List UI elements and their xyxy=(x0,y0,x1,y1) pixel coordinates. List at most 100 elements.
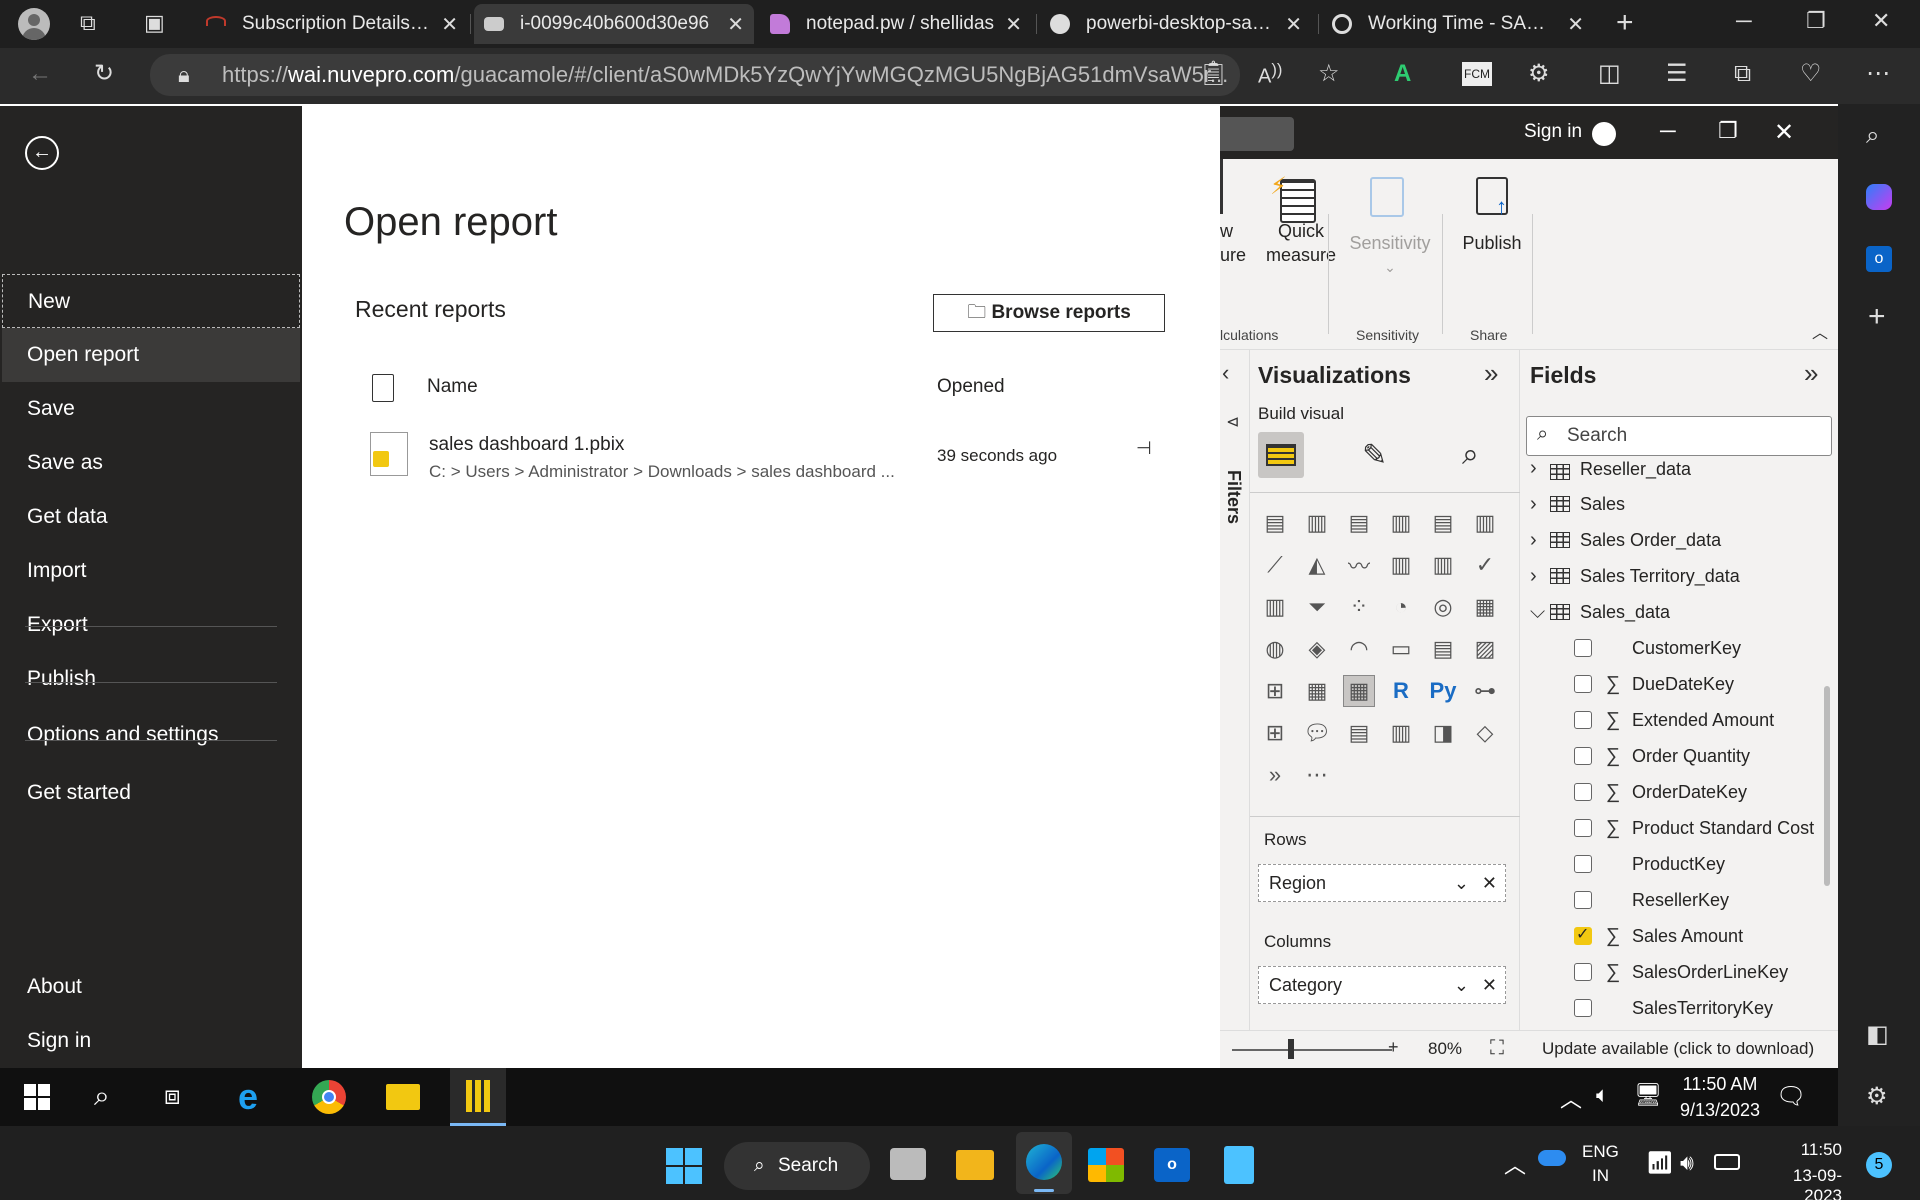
chevron-right-icon[interactable]: › xyxy=(1530,493,1544,516)
funnel-chart-icon[interactable]: ⏷ xyxy=(1302,592,1332,622)
chevron-up-icon[interactable]: ︿ xyxy=(1504,1148,1526,1180)
publish-button[interactable]: ↑ Publish xyxy=(1452,177,1532,255)
tab-remote-desktop[interactable]: i-0099c40b600d30e96 ✕ xyxy=(474,4,754,44)
tab-actions-icon[interactable]: ▣ xyxy=(144,12,165,34)
chevron-right-icon[interactable]: › xyxy=(1530,529,1544,552)
ie-icon[interactable]: e xyxy=(238,1076,258,1118)
favorites-icon[interactable]: ☰ xyxy=(1666,62,1688,86)
columns-well-category[interactable]: Category ⌄ ✕ xyxy=(1258,966,1506,1004)
recent-file-row[interactable]: sales dashboard 1.pbix C: > Users > Admi… xyxy=(362,422,1182,488)
minimize-icon[interactable]: ─ xyxy=(1736,10,1752,32)
file-menu-item-export[interactable]: Export xyxy=(2,598,300,652)
url-field[interactable]: 🔒︎ https://wai.nuvepro.com/guacamole/#/c… xyxy=(150,54,1240,96)
field-checkbox[interactable] xyxy=(1574,639,1592,657)
workspaces-icon[interactable]: ⧉ xyxy=(80,12,96,34)
field-checkbox[interactable] xyxy=(1574,675,1592,693)
restore-icon[interactable]: ❐ xyxy=(1806,10,1826,32)
copilot-icon[interactable] xyxy=(1866,184,1892,210)
file-menu-item-publish[interactable]: Publish xyxy=(2,652,300,706)
field-checkbox[interactable] xyxy=(1574,855,1592,873)
wifi-icon[interactable]: 📶︎ xyxy=(1646,1150,1674,1176)
performance-icon[interactable]: ♡ xyxy=(1800,62,1822,86)
kpi-icon[interactable]: ▨ xyxy=(1470,634,1500,664)
taskbar-search[interactable]: ⌕ Search xyxy=(724,1142,870,1190)
field-row[interactable]: ProductKey xyxy=(1574,846,1725,882)
file-menu-item-about[interactable]: About xyxy=(2,960,300,1014)
favorite-star-icon[interactable]: ☆ xyxy=(1318,62,1340,86)
stacked-column-chart-icon[interactable]: ▥ xyxy=(1302,508,1332,538)
chrome-icon[interactable] xyxy=(312,1080,346,1114)
extension-a-icon[interactable]: A xyxy=(1394,62,1411,86)
file-menu-item-get-started[interactable]: Get started xyxy=(2,766,300,820)
add-icon[interactable]: + xyxy=(1868,300,1886,334)
file-explorer-icon[interactable] xyxy=(386,1084,420,1110)
close-icon[interactable]: ✕ xyxy=(1774,118,1794,147)
line-chart-icon[interactable]: ⟋ xyxy=(1260,550,1290,580)
extensions-icon[interactable]: ⚙︎ xyxy=(1528,62,1550,86)
file-menu-item-get-data[interactable]: Get data xyxy=(2,490,300,544)
field-checkbox[interactable] xyxy=(1574,747,1592,765)
analytics-icon[interactable]: ⌕ xyxy=(1462,438,1479,472)
volume-icon[interactable]: 🔊︎ xyxy=(1680,1150,1694,1176)
file-menu-item-import[interactable]: Import xyxy=(2,544,300,598)
scatter-chart-icon[interactable]: ⁘ xyxy=(1344,592,1374,622)
back-icon[interactable]: ← xyxy=(25,136,59,170)
file-menu-item-new[interactable]: New xyxy=(2,274,300,328)
rows-well-region[interactable]: Region ⌄ ✕ xyxy=(1258,864,1506,902)
quick-measure-button[interactable]: ⚡ Quick measure xyxy=(1256,175,1346,267)
windows-start-icon[interactable] xyxy=(24,1084,50,1110)
treemap-icon[interactable]: ▦ xyxy=(1470,592,1500,622)
powerbi-taskbar-button[interactable] xyxy=(450,1068,506,1126)
100-stacked-column-chart-icon[interactable]: ▥ xyxy=(1470,508,1500,538)
collapse-icon[interactable]: ‹ xyxy=(1222,360,1229,386)
field-row[interactable]: ∑ Order Quantity xyxy=(1574,738,1750,774)
field-row[interactable]: ∑ SalesOrderLineKey xyxy=(1574,954,1788,990)
sidebar-toggle-icon[interactable]: ◧ xyxy=(1866,1020,1889,1049)
tab-sap[interactable]: Working Time - SAP Ne ✕ xyxy=(1322,4,1594,44)
table-sales-territory-data[interactable]: › Sales Territory_data xyxy=(1530,558,1740,594)
smart-narrative-icon[interactable]: ▥ xyxy=(1386,718,1416,748)
minimize-icon[interactable]: ─ xyxy=(1660,118,1676,144)
field-checkbox[interactable] xyxy=(1574,963,1592,981)
close-tab-icon[interactable]: ✕ xyxy=(1285,12,1302,37)
line-stacked-column-chart-icon[interactable]: ▥ xyxy=(1428,550,1458,580)
100-stacked-bar-chart-icon[interactable]: ▤ xyxy=(1428,508,1458,538)
pin-icon[interactable]: ⊣ xyxy=(1136,438,1152,459)
file-menu-item-open-report[interactable]: Open report xyxy=(2,328,300,382)
remove-icon[interactable]: ✕ xyxy=(1482,967,1497,1003)
format-visual-icon[interactable]: ✎ xyxy=(1362,438,1387,473)
browse-reports-button[interactable]: 🗀 Browse reports xyxy=(933,294,1165,332)
decomposition-tree-icon[interactable]: ⊞ xyxy=(1260,718,1290,748)
network-icon[interactable]: 🖥︎ xyxy=(1634,1082,1662,1108)
python-visual-icon[interactable]: Py xyxy=(1428,676,1458,706)
store-icon[interactable] xyxy=(1088,1148,1124,1182)
field-checkbox[interactable] xyxy=(1574,891,1592,909)
search-icon[interactable]: ⌕ xyxy=(1866,122,1879,150)
field-checkbox[interactable] xyxy=(1574,819,1592,837)
collections-icon[interactable]: ⧉ xyxy=(1734,62,1751,86)
split-screen-icon[interactable]: ◫ xyxy=(1598,62,1621,86)
ribbon-chart-icon[interactable]: ✓ xyxy=(1470,550,1500,580)
file-menu-item-save[interactable]: Save xyxy=(2,382,300,436)
field-row[interactable]: ∑Sales Amount xyxy=(1574,918,1743,954)
close-tab-icon[interactable]: ✕ xyxy=(727,12,744,37)
search-box[interactable] xyxy=(1220,117,1294,151)
tab-subscription[interactable]: Subscription Details | N ✕ xyxy=(196,4,468,44)
more-visuals-icon[interactable]: ⋯ xyxy=(1302,760,1332,790)
chevron-down-icon[interactable]: ⌵ xyxy=(1530,601,1545,624)
search-icon[interactable]: ⌕ xyxy=(94,1080,110,1113)
build-visual-tab[interactable] xyxy=(1258,432,1304,478)
new-measure-button-partial[interactable]: w ure xyxy=(1220,219,1246,267)
close-tab-icon[interactable]: ✕ xyxy=(441,12,458,37)
field-row[interactable]: ∑ Product Standard Cost xyxy=(1574,810,1814,846)
tab-notepad[interactable]: notepad.pw / shellidas ✕ xyxy=(760,4,1032,44)
field-checkbox[interactable] xyxy=(1574,924,1592,945)
tab-github[interactable]: powerbi-desktop-samp ✕ xyxy=(1040,4,1312,44)
more-icon[interactable]: ⋯ xyxy=(1866,62,1890,86)
filled-map-icon[interactable]: ◈ xyxy=(1302,634,1332,664)
read-aloud-icon[interactable]: A)) xyxy=(1258,61,1282,87)
clustered-bar-chart-icon[interactable]: ▤ xyxy=(1344,508,1374,538)
task-view-icon[interactable]: ⧈ xyxy=(164,1080,181,1112)
new-tab-icon[interactable]: + xyxy=(1616,8,1634,38)
donut-chart-icon[interactable]: ◎ xyxy=(1428,592,1458,622)
